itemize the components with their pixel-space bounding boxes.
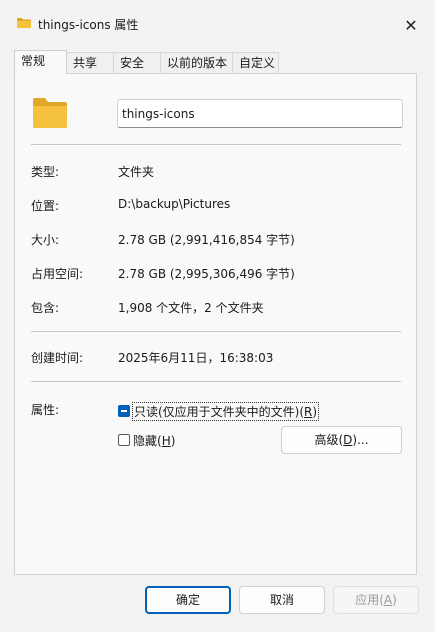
window-title: things-icons 属性 — [38, 18, 139, 32]
close-icon: ✕ — [404, 15, 418, 35]
tab-previous-versions[interactable]: 以前的版本 — [160, 52, 233, 73]
size-value: 2.78 GB (2,991,416,854 字节) — [118, 233, 295, 247]
readonly-label[interactable]: 只读(仅应用于文件夹中的文件)(R) — [132, 402, 320, 421]
created-label: 创建时间: — [31, 351, 84, 365]
general-panel — [14, 73, 417, 575]
apply-button[interactable]: 应用(A) — [333, 586, 419, 614]
contains-label: 包含: — [31, 301, 60, 315]
disk-size-label: 占用空间: — [31, 267, 84, 281]
location-value: D:\backup\Pictures — [118, 197, 231, 211]
separator — [31, 331, 401, 332]
tab-security[interactable]: 安全 — [113, 52, 161, 73]
readonly-checkbox[interactable] — [118, 405, 130, 417]
close-button[interactable]: ✕ — [396, 12, 426, 38]
separator — [31, 144, 401, 145]
folder-icon — [33, 98, 67, 128]
folder-name-input[interactable] — [117, 99, 403, 128]
created-value: 2025年6月11日，16:38:03 — [118, 351, 274, 365]
type-value: 文件夹 — [118, 165, 155, 179]
separator — [31, 381, 401, 382]
folder-icon — [17, 18, 31, 28]
ok-button[interactable]: 确定 — [145, 586, 231, 614]
size-label: 大小: — [31, 233, 60, 247]
tab-customize[interactable]: 自定义 — [232, 52, 279, 73]
advanced-button[interactable]: 高级(D)... — [281, 426, 402, 454]
attributes-label: 属性: — [31, 403, 60, 417]
hidden-checkbox[interactable] — [118, 434, 130, 446]
hidden-label[interactable]: 隐藏(H) — [133, 432, 175, 449]
cancel-button[interactable]: 取消 — [239, 586, 325, 614]
tab-general[interactable]: 常规 — [14, 50, 67, 74]
location-label: 位置: — [31, 199, 60, 213]
tab-sharing[interactable]: 共享 — [66, 52, 114, 73]
disk-size-value: 2.78 GB (2,995,306,496 字节) — [118, 267, 295, 281]
contains-value: 1,908 个文件，2 个文件夹 — [118, 301, 264, 315]
type-label: 类型: — [31, 165, 60, 179]
title-bar: things-icons 属性 ✕ — [0, 0, 435, 40]
